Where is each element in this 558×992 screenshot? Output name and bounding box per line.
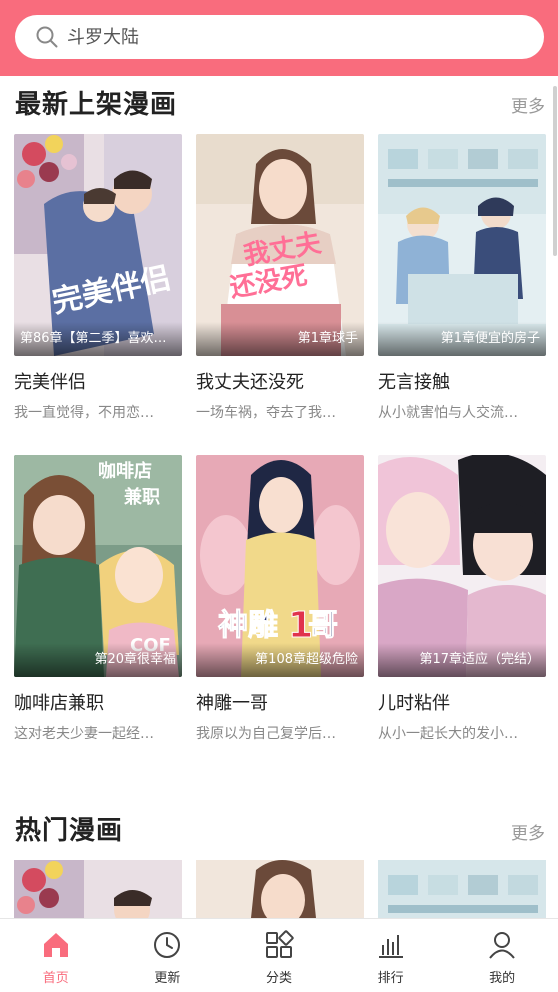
comic-cover[interactable]: 第1章便宜的房子 <box>378 134 546 356</box>
chapter-label: 第86章【第二季】喜欢… <box>14 322 182 356</box>
comic-desc: 我一直觉得，不用恋… <box>14 405 154 421</box>
category-icon <box>265 930 294 958</box>
tab-categories[interactable]: 分类 <box>223 919 335 992</box>
tab-label: 我的 <box>489 971 516 986</box>
chapter-label: 第1章便宜的房子 <box>378 322 546 356</box>
comic-title[interactable]: 咖啡店兼职 <box>14 689 182 715</box>
chapter-label: 第1章球手 <box>196 322 364 356</box>
comic-desc: 从小就害怕与人交流… <box>378 405 518 421</box>
comic-desc: 一场车祸，夺去了我… <box>196 405 336 421</box>
comic-title[interactable]: 完美伴侣 <box>14 368 182 394</box>
tab-profile[interactable]: 我的 <box>446 919 558 992</box>
user-icon <box>489 932 515 959</box>
svg-text:神雕: 神雕 <box>218 608 278 643</box>
comic-card[interactable]: 完美伴侣 第86章【第二季】喜欢… 完美伴侣 我一直觉得，不用恋… <box>14 134 182 422</box>
cover-illustration <box>14 860 182 918</box>
svg-text:咖啡店: 咖啡店 <box>98 460 152 482</box>
comic-title[interactable]: 无言接触 <box>378 368 546 394</box>
svg-text:哥: 哥 <box>308 608 338 643</box>
chart-icon <box>378 935 403 958</box>
more-link-hot[interactable]: 更多 <box>511 819 545 844</box>
comic-title[interactable]: 儿时粘伴 <box>378 689 546 715</box>
tab-rankings[interactable]: 排行 <box>335 919 447 992</box>
comic-card[interactable]: 我丈夫 还没死 第1章球手 我丈夫还没死 一场车祸，夺去了我… <box>196 134 364 422</box>
comic-cover[interactable]: 我丈夫 还没死 第1章球手 <box>196 134 364 356</box>
comic-desc: 从小一起长大的发小… <box>378 726 518 742</box>
comic-desc: 这对老夫少妻一起经… <box>14 726 154 742</box>
section-title-hot: 热门漫画 <box>15 816 124 846</box>
comic-card[interactable]: 第17章适应（完结） 儿时粘伴 从小一起长大的发小… <box>378 455 546 743</box>
comic-card[interactable]: 咖啡店 兼职 COF 第20章很幸福 咖啡店兼职 这对老夫少妻一起经… <box>14 455 182 743</box>
comic-cover[interactable]: 神雕 1 哥 第108章超级危险 <box>196 455 364 677</box>
clock-icon <box>154 932 181 958</box>
tab-label: 首页 <box>42 971 69 986</box>
more-link-new[interactable]: 更多 <box>511 92 545 117</box>
search-icon <box>36 26 58 48</box>
section-title-new: 最新上架漫画 <box>15 90 178 120</box>
chapter-label: 第17章适应（完结） <box>378 643 546 677</box>
comic-title[interactable]: 神雕一哥 <box>196 689 364 715</box>
cover-illustration <box>196 860 364 918</box>
tab-label: 排行 <box>377 971 404 986</box>
search-input[interactable] <box>67 15 527 59</box>
hot-comic-cover[interactable] <box>196 860 364 918</box>
chapter-label: 第108章超级危险 <box>196 643 364 677</box>
top-bar <box>0 0 558 76</box>
tab-updates[interactable]: 更新 <box>112 919 224 992</box>
tab-label: 分类 <box>265 971 292 986</box>
cover-illustration <box>378 860 546 918</box>
search-bar[interactable] <box>15 15 544 59</box>
hot-comic-cover[interactable] <box>14 860 182 918</box>
tab-label: 更新 <box>154 971 181 986</box>
chapter-label: 第20章很幸福 <box>14 643 182 677</box>
comic-desc: 我原以为自己复学后… <box>196 726 336 742</box>
home-icon <box>43 933 68 957</box>
tab-home[interactable]: 首页 <box>0 919 112 992</box>
comic-cover[interactable]: 完美伴侣 第86章【第二季】喜欢… <box>14 134 182 356</box>
comic-cover[interactable]: 咖啡店 兼职 COF 第20章很幸福 <box>14 455 182 677</box>
scrollbar[interactable] <box>553 86 557 256</box>
comic-card[interactable]: 神雕 1 哥 第108章超级危险 神雕一哥 我原以为自己复学后… <box>196 455 364 743</box>
hot-comic-cover[interactable] <box>378 860 546 918</box>
svg-text:兼职: 兼职 <box>124 486 160 508</box>
comic-card[interactable]: 第1章便宜的房子 无言接触 从小就害怕与人交流… <box>378 134 546 422</box>
comic-title[interactable]: 我丈夫还没死 <box>196 368 364 394</box>
bottom-tab-bar: 首页 更新 分类 排行 我的 <box>0 918 558 992</box>
comic-cover[interactable]: 第17章适应（完结） <box>378 455 546 677</box>
